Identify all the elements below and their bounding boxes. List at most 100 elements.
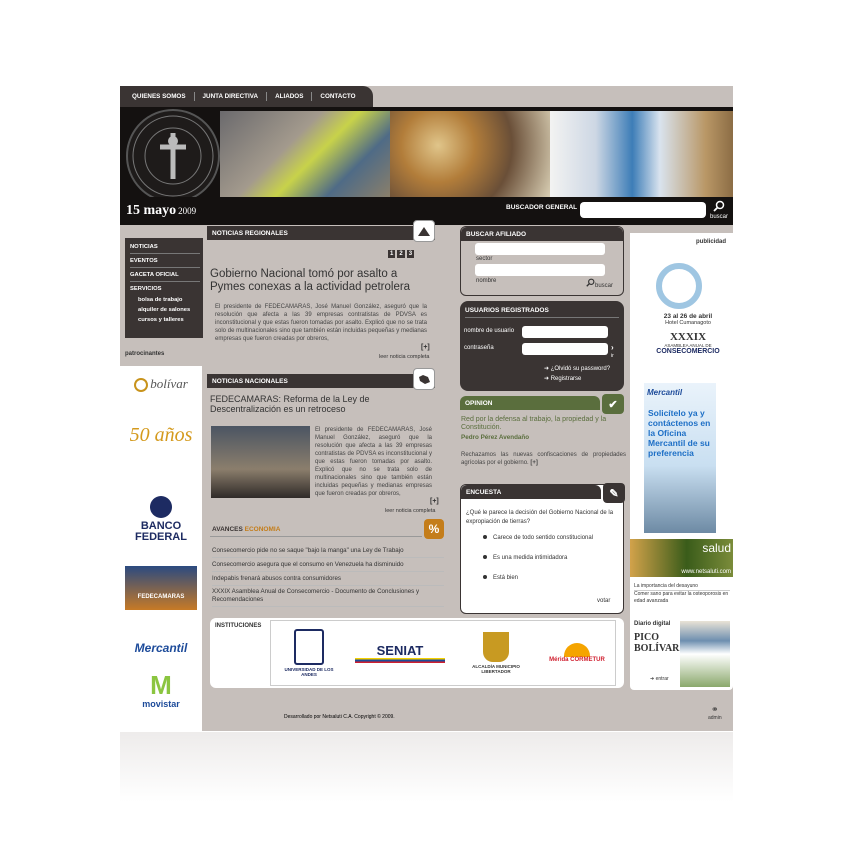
national-news: NOTICIAS NACIONALES FEDECAMARAS: Reforma…	[207, 368, 442, 514]
encuesta-header: ENCUESTA	[461, 485, 601, 499]
pico-bolivar-ad[interactable]: Diario digital PICO BOLÍVAR ➜ entrar	[630, 618, 733, 690]
page: QUIENES SOMOS JUNTA DIRECTIVA ALIADOS CO…	[120, 86, 733, 746]
lab-photo	[550, 111, 733, 197]
nav-quienes-somos[interactable]: QUIENES SOMOS	[124, 92, 195, 101]
sponsor-fedecamaras[interactable]: FEDECAMARAS	[125, 566, 197, 610]
salud-news: La importancia del desayuno Comer sano p…	[634, 583, 730, 605]
vote-button[interactable]: votar	[597, 598, 610, 604]
poll-option-3[interactable]: Está bien	[483, 575, 518, 581]
register-link[interactable]: ➜ Registrarse	[544, 375, 581, 382]
leftnav-sub-bolsa[interactable]: bolsa de trabajo	[138, 297, 182, 303]
regional-body: El presidente de FEDECAMARAS, José Manue…	[215, 304, 427, 342]
institution-ula[interactable]: UNIVERSIDAD DE LOS ANDES	[279, 629, 339, 677]
national-news-photo	[211, 426, 310, 498]
sponsor-banco-federal[interactable]: BANCO FEDERAL	[125, 496, 197, 543]
nombre-label: nombre	[476, 278, 497, 284]
publicidad-column: publicidad 23 al 26 de abril Hotel Cuman…	[630, 233, 733, 623]
leftnav-noticias[interactable]: NOTICIAS	[130, 244, 200, 254]
link-icon: ⚭	[711, 704, 719, 714]
instituciones-title: INSTITUCIONES	[215, 623, 262, 629]
page-3[interactable]: 3	[406, 250, 415, 258]
national-news-header: NOTICIAS NACIONALES	[207, 368, 435, 390]
mercantil-ad[interactable]: Mercantil Solicítelo ya y contáctenos en…	[644, 383, 716, 533]
leftnav-servicios[interactable]: SERVICIOS	[130, 286, 200, 295]
nav-junta-directiva[interactable]: JUNTA DIRECTIVA	[195, 92, 268, 101]
national-body: El presidente de FEDECAMARAS, José Manue…	[315, 427, 432, 497]
afiliado-name-input[interactable]	[475, 243, 605, 255]
opinion-headline[interactable]: Red por la defensa al trabajo, la propie…	[461, 416, 626, 432]
newspaper-thumbnail	[680, 621, 730, 687]
national-more[interactable]: [+]	[430, 498, 439, 505]
check-icon: ✔	[602, 394, 624, 414]
sponsor-bolivar[interactable]: bolívar	[125, 376, 197, 393]
login-arrow-icon[interactable]: ›	[611, 343, 614, 352]
consecomercio-ad[interactable]: 23 al 26 de abril Hotel Cumanagoto XXXIX…	[644, 263, 732, 383]
opinion-body: Rechazamos las nuevas confiscaciones de …	[461, 452, 626, 466]
sector-input[interactable]	[475, 264, 605, 276]
leftnav-sub-salones[interactable]: alquiler de salones	[138, 307, 190, 313]
password-input[interactable]	[522, 343, 608, 355]
magnifier-icon	[656, 263, 702, 309]
admin-link[interactable]: ⚭ admin	[708, 704, 722, 721]
institution-cormetur[interactable]: Mérida CORMETUR	[547, 643, 607, 663]
leftnav-eventos[interactable]: EVENTOS	[130, 258, 200, 268]
banner-photos	[220, 111, 733, 197]
poll-option-2[interactable]: Es una medida intimidadora	[483, 555, 567, 561]
forgot-password-link[interactable]: ➜ ¿Olvidó su password?	[544, 365, 610, 372]
buscar-afiliado-header: BUSCAR AFILIADO	[461, 227, 623, 241]
regional-more-label[interactable]: leer noticia completa	[379, 354, 429, 360]
instituciones: INSTITUCIONES UNIVERSIDAD DE LOS ANDES S…	[210, 618, 624, 688]
entrar-button[interactable]: ➜ entrar	[650, 676, 669, 682]
institution-seniat[interactable]: SENIAT	[355, 643, 445, 663]
global-search-input[interactable]	[580, 202, 706, 218]
search-icon	[586, 278, 595, 287]
leftnav-gaceta[interactable]: GACETA OFICIAL	[130, 272, 200, 282]
nav-contacto[interactable]: CONTACTO	[312, 92, 363, 101]
nav-aliados[interactable]: ALIADOS	[267, 92, 313, 101]
salud-news-item[interactable]: La importancia del desayuno	[634, 583, 730, 591]
current-date: 15 mayo 2009	[126, 203, 197, 218]
sponsor-mercantil[interactable]: Mercantil	[125, 641, 197, 655]
global-search-button[interactable]: buscar	[708, 200, 730, 220]
netsaluti-ad[interactable]: salud www.netsaluti.com	[630, 539, 733, 577]
sponsors-column: bolívar 50 años BANCO FEDERAL FEDECAMARA…	[120, 366, 202, 746]
pencil-icon: ✎	[603, 483, 625, 503]
regional-headline[interactable]: Gobierno Nacional tomó por asalto a Pyme…	[210, 268, 435, 294]
opinion-author[interactable]: Pedro Pérez Avendaño	[461, 434, 529, 441]
username-input[interactable]	[522, 326, 608, 338]
opinion-header: OPINION	[460, 396, 600, 410]
avances-item[interactable]: Consecomercio pide no se saque "bajo la …	[212, 544, 444, 558]
sponsor-50-anos[interactable]: 50 años	[125, 424, 197, 447]
page-1[interactable]: 1	[388, 250, 396, 258]
username-label: nombre de usuario	[464, 328, 515, 334]
percent-icon: %	[424, 519, 444, 539]
opinion: OPINION ✔ Red por la defensa al trabajo,…	[460, 394, 626, 474]
avances-title: AVANCES ECONOMIA	[210, 523, 422, 537]
national-headline[interactable]: FEDECAMARAS: Reforma de la Ley de Descen…	[210, 394, 435, 414]
sponsor-movistar[interactable]: Mmovistar	[125, 671, 197, 709]
password-label: contraseña	[464, 345, 494, 351]
login-go-button[interactable]: ir	[611, 353, 614, 359]
search-icon	[713, 200, 725, 212]
sponsors-title: patrocinantes	[125, 351, 165, 357]
avances-item[interactable]: Indepabis frenará abusos contra consumid…	[212, 572, 444, 586]
chamber-seal-logo	[126, 109, 220, 197]
page-2[interactable]: 2	[397, 250, 405, 258]
salud-news-item[interactable]: Comer sano para evitar la osteoporosis e…	[634, 591, 730, 605]
page-reflection	[120, 732, 733, 802]
venezuela-map-icon	[413, 368, 435, 390]
institution-libertador[interactable]: ALCALDÍA MUNICIPIO LIBERTADOR	[461, 632, 531, 674]
search-label: BUSCADOR GENERAL	[506, 204, 578, 211]
avances-item[interactable]: Consecomercio asegura que el consumo en …	[212, 558, 444, 572]
publicidad-title: publicidad	[696, 239, 726, 245]
sector-label: sector	[476, 256, 493, 262]
regional-more[interactable]: [+]	[421, 344, 430, 351]
encuesta: ENCUESTA ✎ ¿Qué le parece la decisión de…	[460, 483, 625, 614]
poll-option-1[interactable]: Carece de todo sentido constitucional	[483, 535, 593, 541]
avances-economia: AVANCES ECONOMIA % Consecomercio pide no…	[210, 519, 447, 613]
avances-list: Consecomercio pide no se saque "bajo la …	[212, 544, 444, 607]
avances-item[interactable]: XXXIX Asamblea Anual de Consecomercio - …	[212, 586, 444, 607]
national-more-label[interactable]: leer noticia completa	[385, 508, 435, 514]
afiliado-search-button[interactable]: buscar	[586, 278, 613, 289]
leftnav-sub-cursos[interactable]: cursos y talleres	[138, 317, 184, 323]
